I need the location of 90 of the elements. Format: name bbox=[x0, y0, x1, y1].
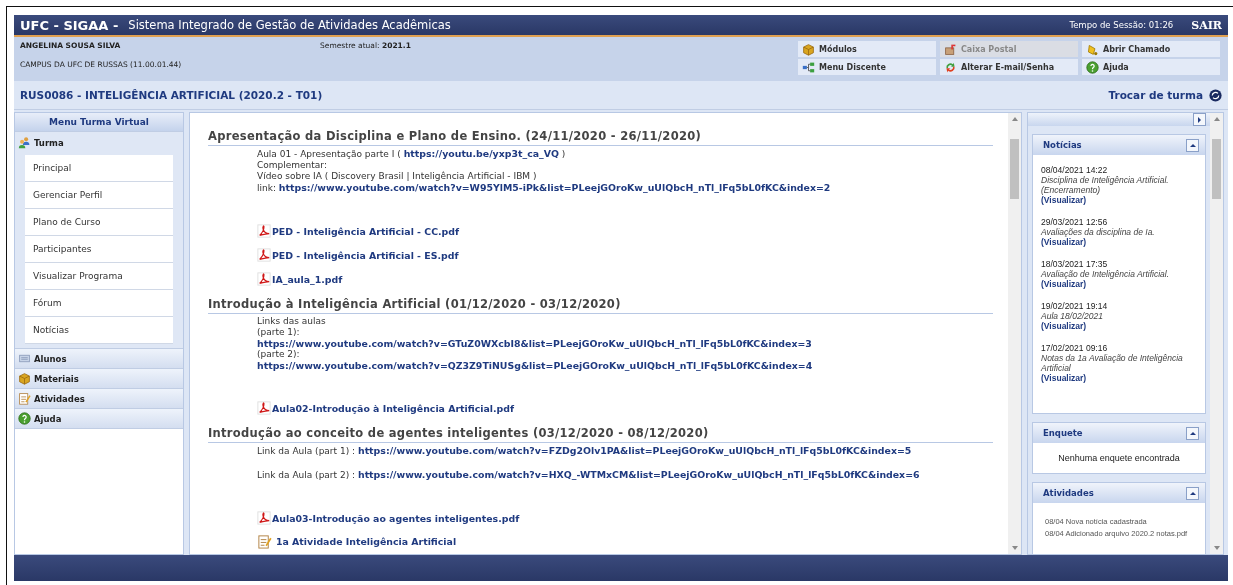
scrollbar[interactable] bbox=[1210, 113, 1223, 554]
mailbox-icon bbox=[944, 42, 957, 56]
content-text: (parte 1): bbox=[257, 327, 301, 338]
menu-group[interactable]: Materiais bbox=[15, 368, 183, 388]
news-date: 08/04/2021 14:22 bbox=[1041, 165, 1109, 175]
pdf-icon bbox=[257, 224, 271, 238]
link-line: Link da Aula (part 1) : https://www.youtube.com/watch?v=FZDg2Olv1PA&list=PLeejGOroKw_uUlQbcH_nTl_lFq5bL0fKC&index=5 bbox=[257, 445, 913, 457]
menu-item[interactable]: Plano de Curso bbox=[25, 209, 173, 236]
panel-title: Enquete bbox=[1043, 428, 1083, 438]
link-line: Link da Aula (part 2) : https://www.youtube.com/watch?v=HXQ_-WTMxCM&list=PLeejGOroKw_uUlQbcH_nTl_lFq5bL0fKC&index=6 bbox=[257, 469, 921, 481]
scrollbar[interactable] bbox=[1008, 113, 1021, 554]
content-text: Vídeo sobre IA ( Discovery Brasil | Inteligência Artificial - IBM ) bbox=[257, 171, 538, 182]
pdf-icon bbox=[257, 272, 271, 286]
menu-item[interactable]: Fórum bbox=[25, 290, 173, 317]
file-link[interactable]: Aula03-Introdução ao agentes inteligentes.pdf bbox=[272, 512, 520, 524]
news-date: 17/02/2021 09:16 bbox=[1041, 343, 1109, 353]
news-title: Disciplina de Inteligência Artificial. (Encerramento) bbox=[1041, 175, 1170, 195]
section-title: Introdução à Inteligência Artificial (01/12/2020 - 03/12/2020) bbox=[208, 297, 993, 314]
menu-item[interactable]: Principal bbox=[25, 155, 173, 182]
view-link[interactable]: (Visualizar) bbox=[1041, 321, 1087, 331]
list-icon bbox=[18, 352, 31, 365]
switch-class-link[interactable]: Trocar de turma bbox=[1108, 89, 1203, 101]
collapse-button[interactable] bbox=[1186, 426, 1199, 440]
view-link[interactable]: (Visualizar) bbox=[1041, 279, 1087, 289]
view-link[interactable]: (Visualizar) bbox=[1041, 195, 1087, 205]
content-text: (parte 2): bbox=[257, 349, 300, 360]
shortcut-button[interactable]: Alterar E-mail/Senha bbox=[940, 59, 1078, 75]
panel-title: Atividades bbox=[1043, 488, 1094, 498]
menu-item[interactable]: Notícias bbox=[25, 317, 173, 344]
video-link[interactable]: https://www.youtube.com/watch?v=W95YlM5-iPk&list=PLeejGOroKw_uUlQbcH_nTl_lFq5bL0fKC&index=2 bbox=[278, 182, 831, 193]
system-title: Sistema Integrado de Gestão de Atividades Acadêmicas bbox=[128, 18, 452, 32]
section-title: Introdução ao conceito de agentes inteligentes (03/12/2020 - 08/12/2020) bbox=[208, 426, 993, 443]
course-title: RUS0086 - INTELIGÊNCIA ARTIFICIAL (2020.2 - T01) bbox=[20, 89, 324, 101]
view-link[interactable]: (Visualizar) bbox=[1041, 373, 1087, 383]
people-icon bbox=[18, 136, 31, 149]
file-link[interactable]: IA_aula_1.pdf bbox=[272, 273, 343, 285]
content-text: Complementar: bbox=[257, 160, 328, 171]
news-date: 29/03/2021 12:56 bbox=[1041, 217, 1109, 227]
pdf-icon bbox=[257, 248, 271, 262]
panel-title: Notícias bbox=[1043, 140, 1082, 150]
news-title: Notas da 1a Avaliação de Inteligência Artificial bbox=[1041, 353, 1184, 373]
section-title: Apresentação da Disciplina e Plano de Ensino. (24/11/2020 - 26/11/2020) bbox=[208, 129, 993, 146]
activity-link[interactable]: 1a Atividade Inteligência Artificial bbox=[276, 536, 457, 547]
content-text: Links das aulas bbox=[257, 316, 327, 327]
box-icon bbox=[802, 42, 815, 56]
box-icon bbox=[18, 372, 31, 385]
tree-icon bbox=[802, 60, 815, 74]
file-link[interactable]: Aula02-Introdução à Inteligência Artificial.pdf bbox=[272, 402, 515, 414]
bell-icon bbox=[1086, 42, 1099, 56]
file-link[interactable]: PED - Inteligência Artificial - ES.pdf bbox=[272, 249, 459, 261]
menu-item[interactable]: Participantes bbox=[25, 236, 173, 263]
menu-group[interactable]: Atividades bbox=[15, 388, 183, 408]
expand-button[interactable] bbox=[1193, 113, 1206, 126]
refresh-icon[interactable] bbox=[1209, 88, 1222, 102]
news-date: 18/03/2021 17:35 bbox=[1041, 259, 1109, 269]
view-link[interactable]: (Visualizar) bbox=[1041, 237, 1087, 247]
news-title: Avaliações da disciplina de Ia. bbox=[1041, 227, 1156, 237]
session-time: Tempo de Sessão: 01:26 bbox=[1069, 20, 1174, 30]
menu-group[interactable]: Ajuda bbox=[15, 408, 183, 428]
logo-text: UFC - SIGAA - bbox=[20, 17, 119, 33]
file-link[interactable]: PED - Inteligência Artificial - CC.pdf bbox=[272, 225, 460, 237]
news-title: Avaliação de Inteligência Artificial. bbox=[1041, 269, 1171, 279]
collapse-button[interactable] bbox=[1186, 138, 1199, 152]
video-link[interactable]: https://youtu.be/yxp3t_ca_VQ bbox=[403, 148, 559, 159]
logout-link[interactable]: SAIR bbox=[1191, 18, 1222, 32]
video-link[interactable]: https://www.youtube.com/watch?v=GTuZ0WXcbI8&list=PLeejGOroKw_uUlQbcH_nTl_lFq5bL0fKC&index=3 bbox=[257, 338, 1008, 349]
news-date: 19/02/2021 19:14 bbox=[1041, 301, 1109, 311]
shortcut-button[interactable]: Módulos bbox=[798, 41, 936, 57]
menu-item[interactable]: Gerenciar Perfil bbox=[25, 182, 173, 209]
shortcut-button[interactable]: Ajuda bbox=[1082, 59, 1220, 75]
help-icon bbox=[18, 412, 31, 425]
notepad-icon bbox=[18, 392, 31, 405]
shortcut-button[interactable]: Menu Discente bbox=[798, 59, 936, 75]
pdf-icon bbox=[257, 511, 271, 525]
menu-item[interactable]: Visualizar Programa bbox=[25, 263, 173, 290]
collapse-button[interactable] bbox=[1186, 486, 1199, 500]
link-line: Aula 01 - Apresentação parte I ( https://youtu.be/yxp3t_ca_VQ ) bbox=[257, 148, 567, 160]
link-line: link: https://www.youtube.com/watch?v=W95YlM5-iPk&list=PLeejGOroKw_uUlQbcH_nTl_lFq5bL0fKC&index=2 bbox=[257, 182, 832, 194]
menu-title: Menu Turma Virtual bbox=[15, 113, 183, 131]
help-icon bbox=[1086, 60, 1099, 74]
empty-message: Nenhuma enquete encontrada bbox=[1057, 452, 1181, 465]
video-link[interactable]: https://www.youtube.com/watch?v=HXQ_-WTMxCM&list=PLeejGOroKw_uUlQbcH_nTl_lFq5bL0fKC&index=6 bbox=[357, 469, 920, 480]
menu-group[interactable]: Alunos bbox=[15, 348, 183, 368]
notepad-icon bbox=[257, 534, 272, 549]
arrows-icon bbox=[944, 60, 957, 74]
video-link[interactable]: https://www.youtube.com/watch?v=QZ3Z9TiNUSg&list=PLeejGOroKw_uUlQbcH_nTl_lFq5bL0fKC&index=4 bbox=[257, 360, 1008, 371]
pdf-icon bbox=[257, 401, 271, 415]
shortcut-button[interactable]: Abrir Chamado bbox=[1082, 41, 1220, 57]
video-link[interactable]: https://www.youtube.com/watch?v=FZDg2Olv1PA&list=PLeejGOroKw_uUlQbcH_nTl_lFq5bL0fKC&index=5 bbox=[357, 445, 912, 456]
news-title: Aula 18/02/2021 bbox=[1041, 311, 1104, 321]
